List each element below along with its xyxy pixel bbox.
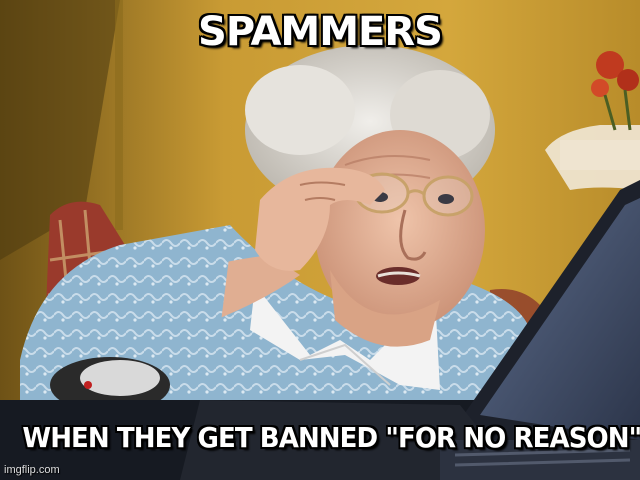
top-caption: SPAMMERS (198, 9, 443, 55)
meme-image: SPAMMERS WHEN THEY GET BANNED "FOR NO RE… (0, 0, 640, 480)
grandma-photo (0, 0, 640, 480)
bottom-caption: WHEN THEY GET BANNED "FOR NO REASON" (22, 421, 640, 454)
imgflip-watermark: imgflip.com (4, 464, 60, 476)
